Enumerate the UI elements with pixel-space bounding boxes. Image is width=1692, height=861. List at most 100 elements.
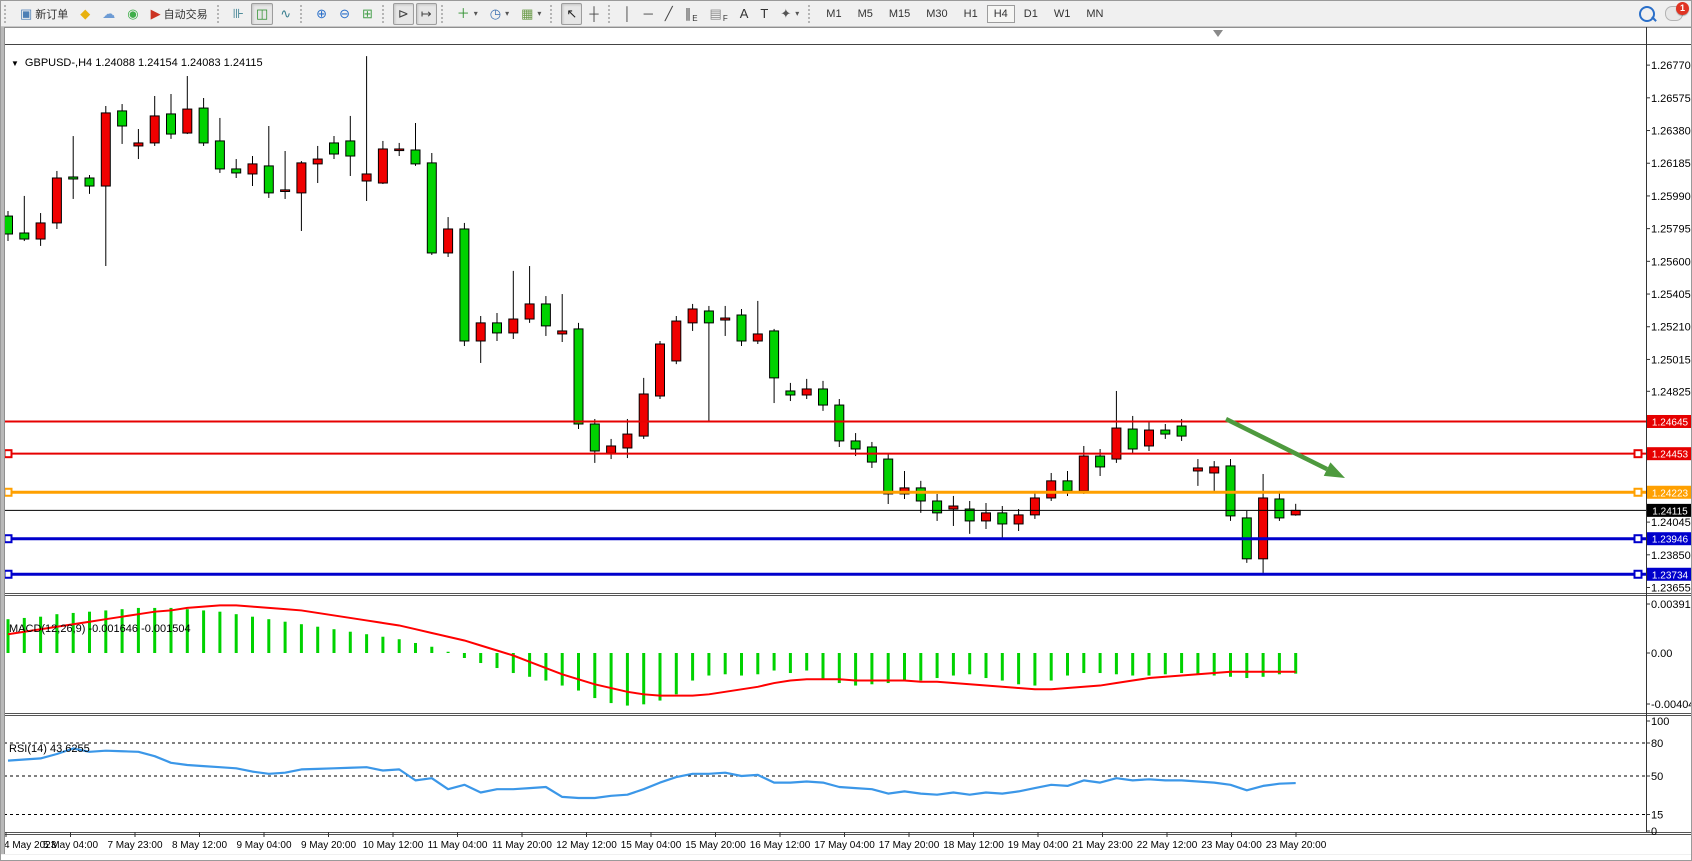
candle-body (183, 109, 192, 133)
rsi-axis-label: 100 (1651, 716, 1669, 728)
horizontal-line-button[interactable]: ─ (639, 3, 658, 25)
timeframe-button-m30[interactable]: M30 (919, 5, 954, 23)
timeframe-button-h4[interactable]: H4 (987, 5, 1015, 23)
candle-body (85, 178, 94, 186)
date-axis-label: 8 May 12:00 (172, 840, 227, 851)
candle-body (851, 441, 860, 449)
signals-button[interactable]: ◉ (122, 3, 143, 25)
zoom-in-button[interactable]: ⊕ (311, 3, 332, 25)
candle-body (982, 513, 991, 521)
auto-scroll-button[interactable]: ⊳ (393, 3, 414, 25)
chart-shift-button[interactable]: ↦ (416, 3, 437, 25)
candle-body (362, 174, 371, 181)
crosshair-icon: ┼ (589, 7, 598, 20)
date-axis-label: 19 May 04:00 (1008, 840, 1069, 851)
arrows-button[interactable]: ✦▾ (775, 3, 804, 25)
candle-body (1291, 510, 1300, 515)
candle-body (493, 323, 502, 333)
symbol-menu-arrow[interactable]: ▼ (11, 59, 19, 68)
new-order-button[interactable]: ▣新订单 (15, 3, 73, 25)
date-axis-label: 5 May 04:00 (43, 840, 98, 851)
line-chart-button[interactable]: ∿ (275, 3, 296, 25)
macd-axis-top-label: 0.003914 (1651, 599, 1692, 611)
toolbar-grip (4, 5, 11, 23)
support-line-2-handle[interactable] (1635, 571, 1642, 578)
timeframe-button-m15[interactable]: M15 (882, 5, 917, 23)
navigator-icon: ☁ (102, 7, 115, 20)
price-axis-label: 1.25405 (1651, 289, 1691, 301)
candle-body (1014, 515, 1023, 524)
search-icon[interactable] (1639, 6, 1655, 22)
autotrading-button[interactable]: ▶自动交易 (146, 3, 213, 25)
bar-chart-button[interactable]: ⊪ (228, 3, 249, 25)
candlestick-chart-button[interactable]: ◫ (251, 3, 273, 25)
timeframe-button-mn[interactable]: MN (1079, 5, 1110, 23)
cursor-button[interactable]: ↖ (561, 3, 582, 25)
price-axis-label: 1.25210 (1651, 322, 1691, 334)
candle-body (36, 223, 45, 239)
chevron-down-icon[interactable]: ▾ (474, 9, 478, 18)
periods-button[interactable]: ◷▾ (485, 3, 514, 25)
candle-body (444, 229, 453, 253)
rsi-axis-label: 50 (1651, 771, 1663, 783)
toolbar-grip (382, 5, 389, 23)
navigator-button[interactable]: ☁ (97, 3, 120, 25)
support-line-2-handle[interactable] (5, 571, 12, 578)
timeframe-button-m5[interactable]: M5 (851, 5, 880, 23)
candle-body (1030, 498, 1039, 515)
date-axis-label: 15 May 04:00 (621, 840, 682, 851)
support-line-1-handle[interactable] (5, 535, 12, 542)
date-axis-label: 15 May 20:00 (685, 840, 746, 851)
macd-axis-bottom-label: -0.004049 (1651, 699, 1692, 711)
chevron-down-icon[interactable]: ▾ (505, 9, 509, 18)
notifications-icon[interactable]: 1 (1665, 6, 1683, 21)
price-axis-label: 1.25795 (1651, 224, 1691, 236)
candle-body (590, 424, 599, 451)
timeframe-button-d1[interactable]: D1 (1017, 5, 1045, 23)
indicators-button[interactable]: ＋▾ (452, 3, 483, 25)
candle-body (770, 331, 779, 378)
price-axis-label: 1.25600 (1651, 256, 1691, 268)
date-axis-label: 9 May 04:00 (236, 840, 291, 851)
text-label-button[interactable]: T (755, 3, 773, 25)
chevron-down-icon[interactable]: ▾ (795, 9, 799, 18)
rsi-axis-label: 0 (1651, 826, 1657, 838)
timeframe-button-h1[interactable]: H1 (957, 5, 985, 23)
market-watch-button[interactable]: ◆ (75, 3, 95, 25)
price-axis-label: 1.26575 (1651, 93, 1691, 105)
timeframe-button-w1[interactable]: W1 (1047, 5, 1078, 23)
trendline-button[interactable]: ╱ (660, 3, 678, 25)
toolbar-grip (441, 5, 448, 23)
autotrading-button-label: 自动交易 (164, 6, 208, 22)
timeframe-button-m1[interactable]: M1 (819, 5, 848, 23)
date-axis-label: 16 May 12:00 (750, 840, 811, 851)
macd-axis-zero-label: 0.00 (1651, 648, 1672, 660)
rsi-axis-label: 15 (1651, 810, 1663, 822)
clock-icon: ◷ (490, 7, 501, 20)
text-button[interactable]: A (735, 3, 754, 25)
orange-pivot-line-handle[interactable] (1635, 489, 1642, 496)
vertical-line-icon: │ (624, 7, 632, 20)
resistance-line-2-handle[interactable] (1635, 450, 1642, 457)
zoom-out-button[interactable]: ⊖ (334, 3, 355, 25)
date-axis-label: 7 May 23:00 (107, 840, 162, 851)
candle-body (672, 321, 681, 361)
new-order-button-label: 新订单 (35, 6, 68, 22)
fibonacci-button[interactable]: ▤F (705, 3, 733, 25)
templates-button[interactable]: ▦▾ (516, 3, 546, 25)
resistance-line-2-handle[interactable] (5, 450, 12, 457)
date-axis-label: 12 May 12:00 (556, 840, 617, 851)
support-line-1-handle[interactable] (1635, 535, 1642, 542)
equidistant-channel-button[interactable]: ∥E (680, 3, 703, 25)
rsi-axis-label: 80 (1651, 738, 1663, 750)
window-left-border (1, 27, 5, 854)
candle-body (281, 190, 290, 192)
tile-windows-button[interactable]: ⊞ (357, 3, 378, 25)
orange-pivot-line-handle[interactable] (5, 489, 12, 496)
resistance-line-2-price-tag-text: 1.24453 (1652, 450, 1689, 461)
vertical-line-button[interactable]: │ (619, 3, 637, 25)
toolbar-grip (300, 5, 307, 23)
crosshair-button[interactable]: ┼ (584, 3, 603, 25)
chevron-down-icon[interactable]: ▾ (537, 9, 541, 18)
candle-body (509, 319, 518, 333)
